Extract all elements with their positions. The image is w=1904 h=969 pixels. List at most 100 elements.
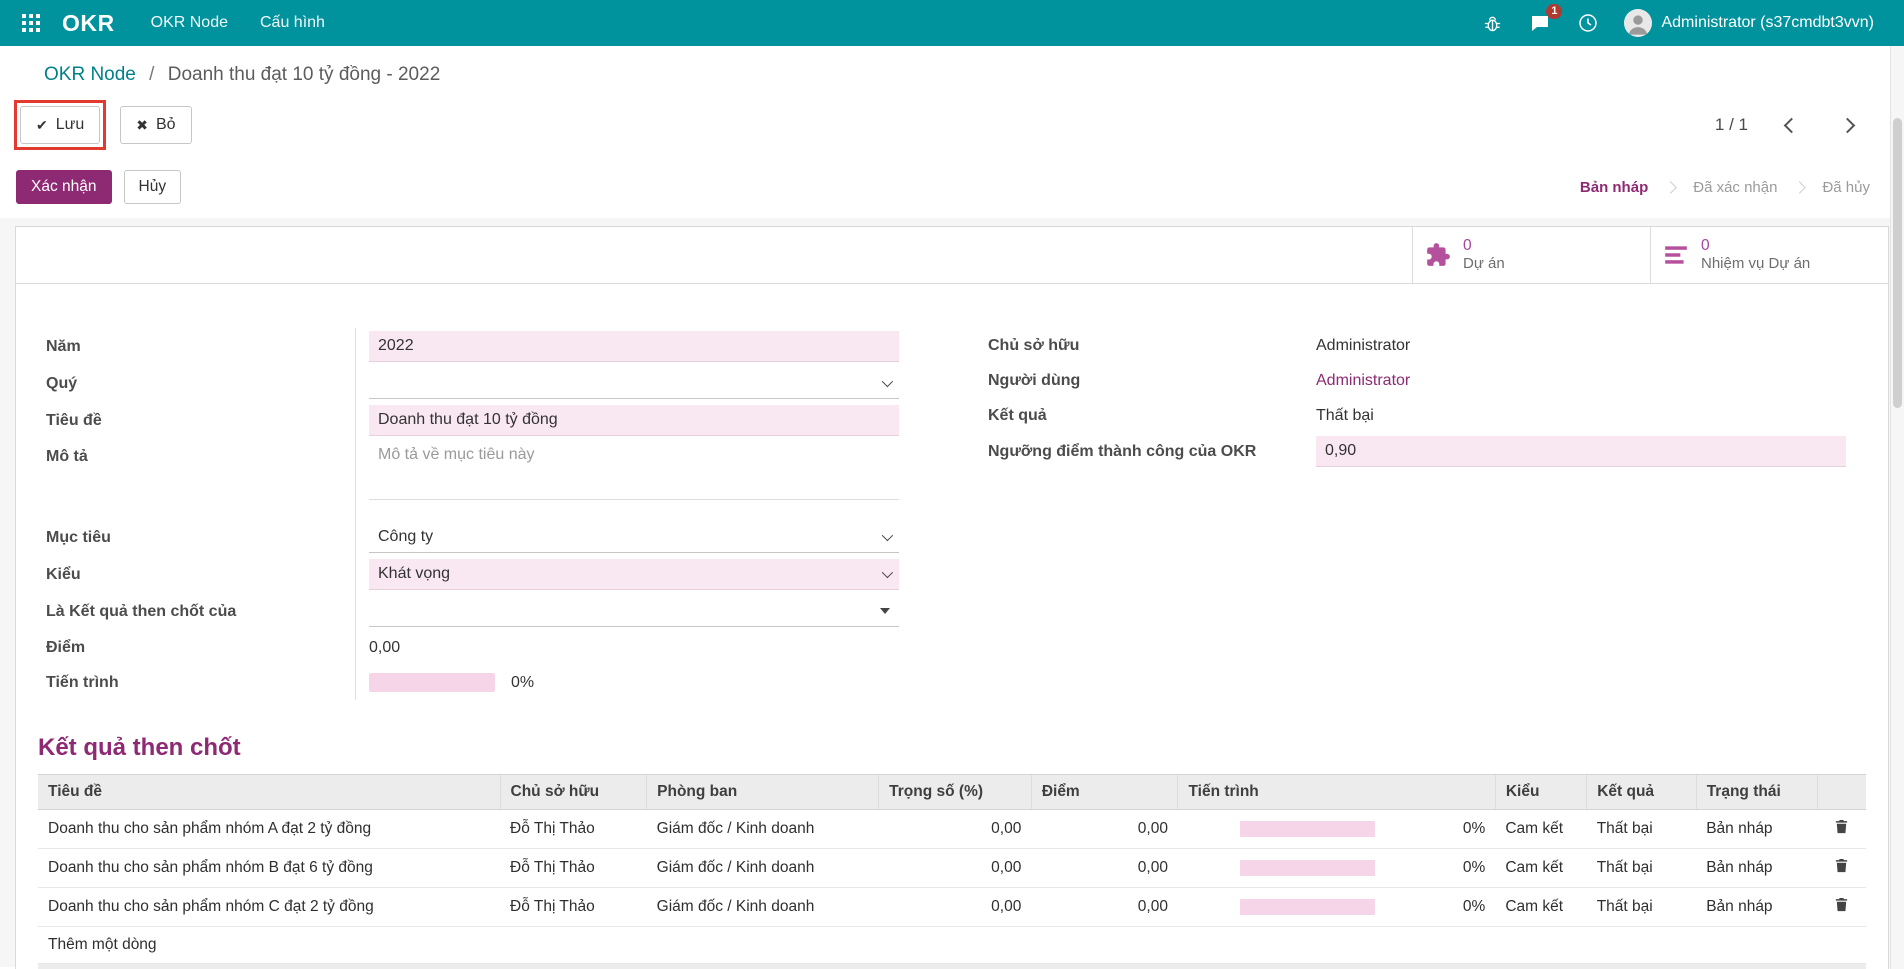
description-field-label: Mô tả xyxy=(38,439,356,519)
stat-button-project-tasks[interactable]: 0 Nhiệm vụ Dự án xyxy=(1650,227,1888,283)
col-department[interactable]: Phòng ban xyxy=(646,774,879,810)
projects-label: Dự án xyxy=(1463,255,1505,273)
breadcrumb-current: Doanh thu đạt 10 tỷ đồng - 2022 xyxy=(167,64,441,85)
title-input[interactable] xyxy=(369,405,899,436)
check-icon: ✔ xyxy=(36,116,48,133)
type-field-label: Kiểu xyxy=(38,556,356,593)
threshold-input[interactable] xyxy=(1316,436,1846,467)
user-field-label: Người dùng xyxy=(988,371,1081,389)
user-menu[interactable]: Administrator (s37cmdbt3vvn) xyxy=(1624,9,1874,37)
stage-da-xac-nhan[interactable]: Đã xác nhận xyxy=(1693,179,1777,196)
control-panel-buttons: ✔ Lưu ✖ Bỏ 1 / 1 xyxy=(0,90,1904,162)
chevron-down-icon xyxy=(881,375,894,388)
result-field-label: Kết quả xyxy=(988,406,1047,424)
add-line-row: Thêm một dòng xyxy=(38,926,1866,964)
row-progress-bar xyxy=(1239,821,1375,837)
menu-cau-hinh[interactable]: Cấu hình xyxy=(260,14,325,32)
description-textarea[interactable] xyxy=(369,442,899,500)
cancel-button[interactable]: Hủy xyxy=(123,170,182,204)
weight-total: 0,00 xyxy=(878,963,1032,969)
progress-percent: 0% xyxy=(511,673,535,691)
delete-row-icon[interactable] xyxy=(1817,887,1866,927)
col-progress[interactable]: Tiến trình xyxy=(1177,774,1496,810)
apps-grid-icon[interactable] xyxy=(18,10,44,36)
row-progress-bar xyxy=(1239,899,1375,915)
result-value: Thất bại xyxy=(1316,406,1374,424)
row-progress-bar xyxy=(1239,860,1375,876)
pager-next-icon[interactable] xyxy=(1834,112,1860,138)
year-field-label: Năm xyxy=(38,328,356,365)
parent-kr-field-label: Là Kết quả then chốt của xyxy=(38,593,356,630)
top-navbar: OKR OKR Node Cấu hình 1 Administrator (s… xyxy=(0,0,1904,46)
col-state[interactable]: Trạng thái xyxy=(1695,774,1818,810)
puzzle-icon xyxy=(1427,243,1450,266)
progress-field-label: Tiến trình xyxy=(38,665,356,700)
project-tasks-count: 0 xyxy=(1701,236,1710,254)
col-weight[interactable]: Trọng số (%) xyxy=(878,774,1032,810)
dropdown-arrow-icon xyxy=(880,608,890,614)
pager-count[interactable]: 1 / 1 xyxy=(1715,115,1748,135)
table-row[interactable]: Doanh thu cho sản phẩm nhóm B đạt 6 tỷ đ… xyxy=(38,848,1866,888)
table-header-row: Tiêu đề Chủ sở hữu Phòng ban Trọng số (%… xyxy=(38,774,1866,810)
stage-ban-nhap[interactable]: Bản nháp xyxy=(1580,179,1648,196)
type-select[interactable]: Khát vọng xyxy=(369,559,899,590)
threshold-field-label: Ngưỡng điểm thành công của OKR xyxy=(988,442,1257,460)
col-type[interactable]: Kiểu xyxy=(1494,774,1587,810)
add-line-link[interactable]: Thêm một dòng xyxy=(48,936,157,953)
quarter-select[interactable] xyxy=(369,368,899,399)
activity-clock-icon[interactable] xyxy=(1576,11,1600,35)
quarter-field-label: Quý xyxy=(38,365,356,402)
save-button[interactable]: ✔ Lưu xyxy=(20,106,101,144)
pager: 1 / 1 xyxy=(1715,112,1860,138)
app-brand[interactable]: OKR xyxy=(62,10,115,37)
stage-separator-icon xyxy=(1793,180,1807,194)
x-icon: ✖ xyxy=(136,116,148,133)
form-content: 0 Dự án 0 Nhiệm vụ Dự án Năm Quý xyxy=(0,218,1904,969)
delete-row-icon[interactable] xyxy=(1817,809,1866,849)
owner-value: Administrator xyxy=(1316,336,1411,354)
stat-button-box: 0 Dự án 0 Nhiệm vụ Dự án xyxy=(16,227,1888,284)
breadcrumb: OKR Node / Doanh thu đạt 10 tỷ đồng - 20… xyxy=(0,46,1904,90)
form-sheet: 0 Dự án 0 Nhiệm vụ Dự án Năm Quý xyxy=(15,226,1889,969)
stat-button-projects[interactable]: 0 Dự án xyxy=(1412,227,1650,283)
target-field-label: Mục tiêu xyxy=(38,519,356,556)
project-tasks-label: Nhiệm vụ Dự án xyxy=(1701,255,1811,273)
parent-kr-select[interactable] xyxy=(369,596,899,627)
breadcrumb-separator: / xyxy=(149,64,155,85)
pager-previous-icon[interactable] xyxy=(1778,112,1804,138)
user-name: Administrator (s37cmdbt3vvn) xyxy=(1661,14,1874,31)
year-input[interactable] xyxy=(369,331,899,362)
form-statusbar: Xác nhận Hủy Bản nháp Đã xác nhận Đã hủy xyxy=(0,162,1904,218)
discard-button[interactable]: ✖ Bỏ xyxy=(120,106,192,144)
chevron-down-icon xyxy=(881,566,894,579)
status-stages: Bản nháp Đã xác nhận Đã hủy xyxy=(1580,179,1870,196)
messages-icon[interactable]: 1 xyxy=(1528,4,1563,35)
confirm-button[interactable]: Xác nhận xyxy=(16,170,112,204)
debug-bug-icon[interactable] xyxy=(1480,11,1504,35)
target-select[interactable]: Công ty xyxy=(369,522,899,553)
key-results-table: Tiêu đề Chủ sở hữu Phòng ban Trọng số (%… xyxy=(38,774,1866,969)
menu-okr-node[interactable]: OKR Node xyxy=(151,14,228,32)
form-fields: Năm Quý Tiêu đề Mô tả Mục tiêu xyxy=(16,284,1888,700)
col-score[interactable]: Điểm xyxy=(1030,774,1178,810)
vertical-scrollbar[interactable] xyxy=(1890,46,1904,969)
breadcrumb-parent-link[interactable]: OKR Node xyxy=(44,64,136,85)
stage-da-huy[interactable]: Đã hủy xyxy=(1822,179,1870,196)
col-title[interactable]: Tiêu đề xyxy=(38,774,501,810)
form-group-left: Năm Quý Tiêu đề Mô tả Mục tiêu xyxy=(38,328,920,700)
scrollbar-thumb[interactable] xyxy=(1893,118,1902,408)
table-footer-row: 0,00 xyxy=(38,963,1866,969)
title-field-label: Tiêu đề xyxy=(38,402,356,439)
score-field-label: Điểm xyxy=(38,630,356,665)
annotation-highlight-box: ✔ Lưu xyxy=(14,100,107,150)
delete-row-icon[interactable] xyxy=(1817,848,1866,888)
owner-field-label: Chủ sở hữu xyxy=(988,336,1080,354)
form-group-right: Chủ sở hữu Administrator Người dùng Admi… xyxy=(980,328,1862,700)
table-row[interactable]: Doanh thu cho sản phẩm nhóm C đạt 2 tỷ đ… xyxy=(38,887,1866,927)
table-row[interactable]: Doanh thu cho sản phẩm nhóm A đạt 2 tỷ đ… xyxy=(38,809,1866,849)
progress-bar xyxy=(369,673,495,692)
user-link[interactable]: Administrator xyxy=(1316,372,1410,390)
col-owner[interactable]: Chủ sở hữu xyxy=(499,774,647,810)
col-actions xyxy=(1817,774,1866,810)
col-result[interactable]: Kết quả xyxy=(1586,774,1697,810)
